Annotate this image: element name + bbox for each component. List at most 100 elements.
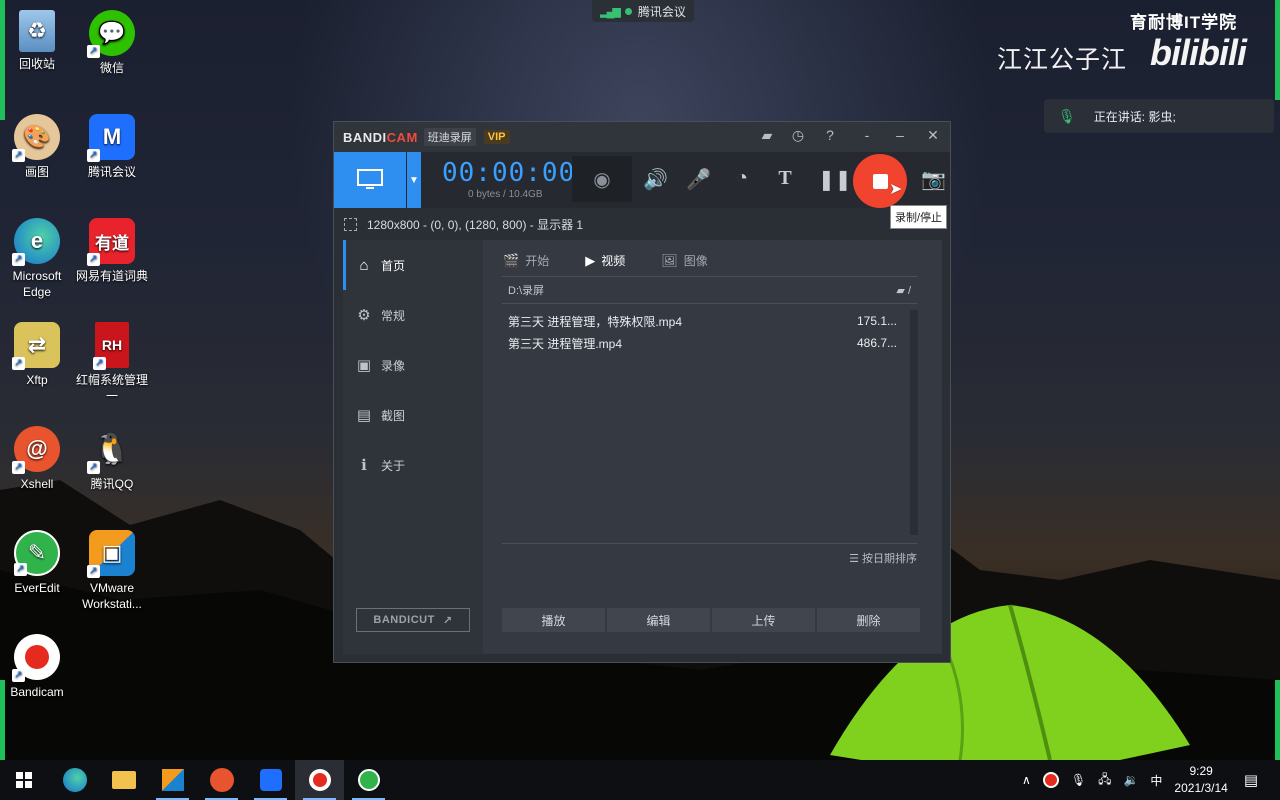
folder-icon[interactable]: ▰ — [758, 127, 776, 144]
volume-icon[interactable]: 🔉 — [1123, 773, 1138, 787]
speaker-icon[interactable]: 🔊 — [643, 167, 668, 192]
desktop-icon-label: 画图 — [24, 165, 49, 179]
sidebar-item-video[interactable]: ▣ 录像 — [343, 340, 483, 390]
image-icon: 🖼 — [661, 252, 678, 268]
sidebar-item-label: 录像 — [381, 358, 406, 373]
taskbar-xshell[interactable] — [197, 760, 246, 800]
sidebar-item-screenshot[interactable]: ▤ 截图 — [343, 390, 483, 440]
desktop-icon-tencent-meeting[interactable]: M ↗ 腾讯会议 — [75, 114, 149, 180]
taskbar: ∧ 🎙 🖧 🔉 中 9:29 2021/3/14 ▤ — [0, 760, 1280, 800]
system-clock[interactable]: 9:29 2021/3/14 — [1174, 763, 1227, 797]
desktop-icon-qq[interactable]: 🐧 ↗ 腾讯QQ — [75, 426, 149, 492]
clock-icon[interactable]: ◷ — [789, 127, 807, 144]
output-folder-row: D:\录屏 ▰ / — [502, 276, 917, 304]
bandicam-icon: ↗ — [12, 634, 60, 682]
help-icon[interactable]: ? — [821, 127, 839, 143]
sidebar-item-general[interactable]: ⚙ 常规 — [343, 290, 483, 340]
taskbar-edge[interactable] — [50, 760, 99, 800]
taskbar-vmware[interactable] — [148, 760, 197, 800]
sidebar-item-about[interactable]: ℹ 关于 — [343, 440, 483, 490]
folder-icon: ▰ — [896, 284, 908, 297]
taskbar-file-explorer[interactable] — [99, 760, 148, 800]
desktop-icon-bandicam[interactable]: ↗ Bandicam — [0, 634, 74, 700]
watermark-bilibili: bilibili — [1150, 32, 1247, 73]
webcam-overlay-button[interactable]: ◉ — [572, 156, 632, 202]
xshell-icon: @ ↗ — [12, 426, 60, 474]
screen-mode-button[interactable] — [334, 152, 406, 208]
image-settings-icon: ▤ — [356, 407, 372, 424]
microphone-icon[interactable]: 🎤 — [686, 167, 711, 192]
edit-button[interactable]: 编辑 — [607, 608, 710, 632]
text-overlay-icon[interactable]: T — [773, 167, 797, 190]
upload-button[interactable]: 上传 — [712, 608, 815, 632]
desktop-icon-xftp[interactable]: ⇄ ↗ Xftp — [0, 322, 74, 388]
file-list-scrollbar[interactable] — [910, 310, 918, 535]
vip-badge[interactable]: VIP — [483, 130, 510, 144]
taskbar-everedit[interactable] — [344, 760, 393, 800]
desktop-icon-edge[interactable]: e ↗ Microsoft Edge — [0, 218, 74, 300]
desktop-icon-paint[interactable]: 🎨 ↗ 画图 — [0, 114, 74, 180]
screenshot-camera-icon[interactable]: 📷 — [921, 167, 946, 192]
collapse-icon[interactable]: - — [858, 127, 876, 143]
tab-video[interactable]: ▶ 视频 — [585, 252, 625, 269]
tencent-meeting-icon — [259, 769, 282, 791]
live-dot-icon — [624, 7, 632, 15]
gear-icon: ⚙ — [357, 307, 371, 324]
microphone-icon[interactable]: 🎙 — [1071, 773, 1086, 787]
desktop-icon-redhat[interactable]: RH ↗ 红帽系统管理一 — [75, 322, 149, 404]
taskbar-bandicam[interactable] — [295, 760, 344, 800]
desktop-icon-label: Xftp — [26, 373, 48, 387]
desktop-icon-label: 微信 — [99, 61, 124, 75]
webcam-icon: ◉ — [593, 168, 611, 191]
desktop-icon-label: 红帽系统管理一 — [75, 373, 148, 403]
chevron-up-icon[interactable]: ∧ — [1022, 773, 1031, 787]
open-folder-button[interactable]: ▰ / — [896, 284, 911, 297]
recording-indicator-icon[interactable] — [1042, 772, 1059, 788]
close-icon[interactable]: ✕ — [924, 127, 942, 144]
desktop-icon-label: VMware Workstati... — [82, 581, 142, 611]
desktop-icon-vmware[interactable]: ▣ ↗ VMware Workstati... — [75, 530, 149, 612]
system-tray: ∧ 🎙 🖧 🔉 中 9:29 2021/3/14 ▤ — [1022, 760, 1280, 800]
tab-label: 视频 — [601, 254, 626, 268]
notification-icon[interactable]: ▤ — [1244, 771, 1258, 789]
ime-indicator[interactable]: 中 — [1150, 772, 1162, 789]
desktop-icon-recycle-bin[interactable]: ♻ 回收站 — [0, 10, 74, 72]
bandicut-button[interactable]: BANDICUT ↗ — [356, 608, 470, 632]
sidebar-item-home[interactable]: ⌂ 首页 — [343, 240, 483, 290]
title-bar[interactable]: BANDICAM 班迪录屏 VIP ▰ ◷ ? - – ✕ — [334, 122, 950, 152]
minimize-icon[interactable]: – — [891, 127, 909, 143]
meeting-status-pill[interactable]: ▂▄▆ 腾讯会议 — [592, 0, 694, 22]
desktop-icon-xshell[interactable]: @ ↗ Xshell — [0, 426, 74, 492]
sidebar-item-label: 常规 — [381, 308, 406, 323]
mouse-effect-icon[interactable]: ◔ — [730, 167, 754, 190]
desktop-icon-wechat[interactable]: 💬 ↗ 微信 — [75, 10, 149, 76]
bandicam-window: BANDICAM 班迪录屏 VIP ▰ ◷ ? - – ✕ ▼ 00:00:00… — [333, 121, 951, 663]
meeting-label: 腾讯会议 — [637, 4, 686, 19]
list-item[interactable]: 第三天 进程管理.mp4 486.7... — [502, 332, 907, 354]
capture-region-bar[interactable]: 1280x800 - (0, 0), (1280, 800) - 显示器 1 — [334, 208, 950, 240]
vmware-icon — [161, 769, 184, 791]
delete-button[interactable]: 删除 — [817, 608, 920, 632]
sort-by-date-button[interactable]: ☰ 按日期排序 — [502, 543, 917, 565]
clock-time: 9:29 — [1189, 764, 1213, 778]
desktop-icon-label: Xshell — [20, 477, 54, 491]
meeting-share-border — [1275, 680, 1280, 760]
speaking-indicator: 🎙 正在讲话: 影虫; — [1044, 99, 1274, 133]
play-button[interactable]: 播放 — [502, 608, 605, 632]
list-item[interactable]: 第三天 进程管理，特殊权限.mp4 175.1... — [502, 310, 907, 332]
taskbar-tencent-meeting[interactable] — [246, 760, 295, 800]
signal-icon: ▂▄▆ — [600, 5, 621, 18]
desktop-icon-everedit[interactable]: ✎ ↗ EverEdit — [0, 530, 74, 596]
start-button[interactable] — [0, 760, 48, 800]
desktop-icon-youdao[interactable]: 有道 ↗ 网易有道词典 — [75, 218, 149, 284]
sidebar: ⌂ 首页 ⚙ 常规 ▣ 录像 ▤ 截图 ℹ 关于 BANDICUT ↗ — [343, 240, 483, 654]
paint-icon: 🎨 ↗ — [12, 114, 60, 162]
home-tabs: 🎬 开始 ▶ 视频 🖼 图像 — [503, 252, 744, 269]
tab-image[interactable]: 🖼 图像 — [661, 252, 708, 269]
microphone-icon: 🎙 — [1058, 107, 1076, 124]
sidebar-item-label: 截图 — [381, 408, 406, 423]
mode-dropdown-chevron-icon[interactable]: ▼ — [407, 152, 421, 208]
pause-icon[interactable]: ❚❚ — [818, 167, 852, 192]
network-icon[interactable]: 🖧 — [1098, 770, 1111, 791]
tab-start[interactable]: 🎬 开始 — [503, 252, 549, 269]
